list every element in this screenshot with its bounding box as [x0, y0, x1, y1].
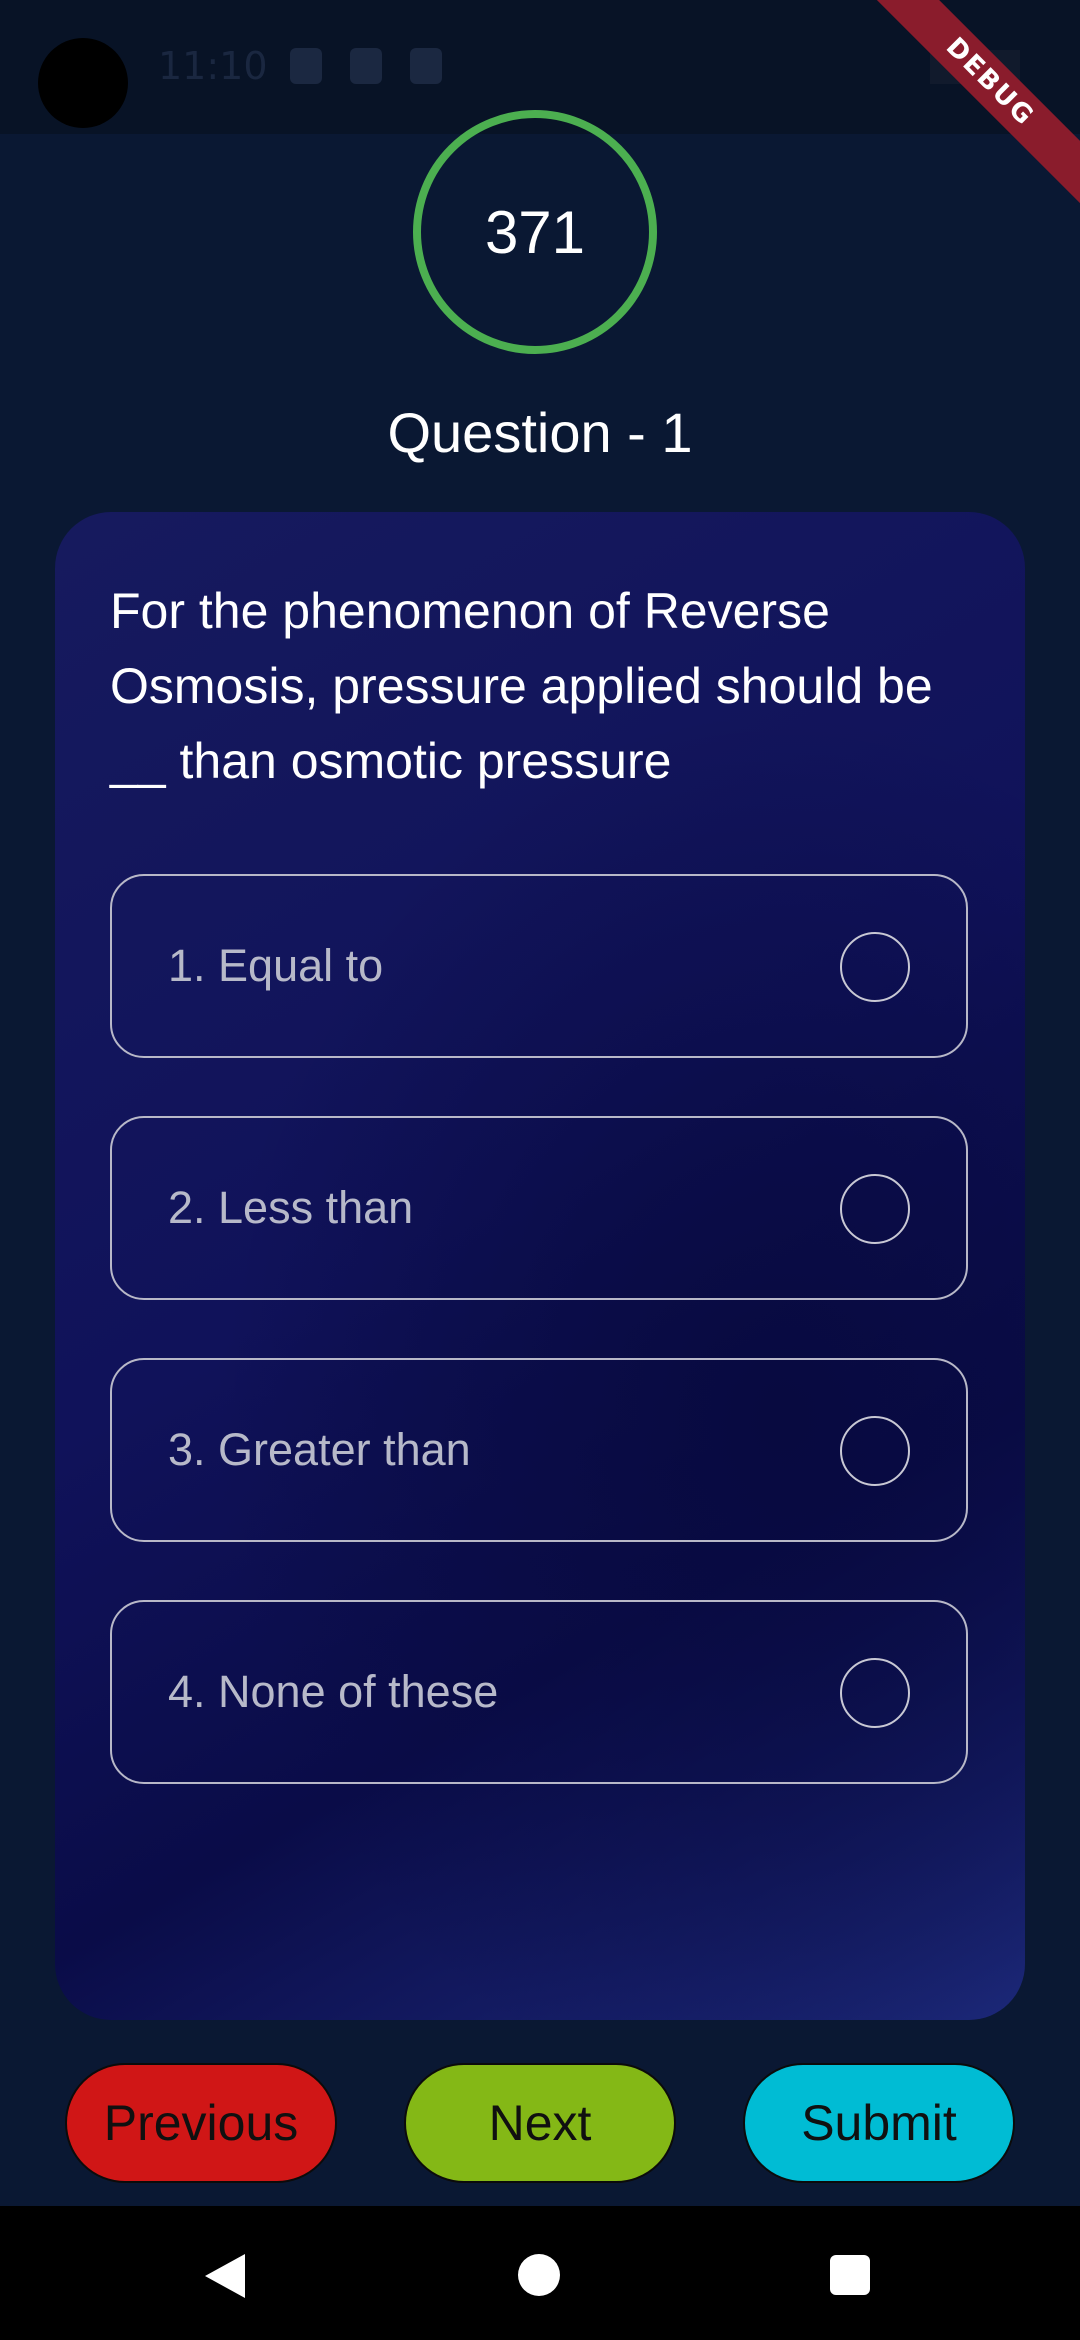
sd-card-icon — [410, 48, 442, 84]
radio-button[interactable] — [840, 1174, 910, 1244]
option-label: 4. None of these — [168, 1666, 499, 1717]
status-system-icons — [930, 50, 1020, 84]
question-text: For the phenomenon of Reverse Osmosis, p… — [110, 583, 933, 789]
countdown-timer: 371 — [413, 110, 657, 354]
option-2[interactable]: 2. Less than — [110, 1116, 968, 1300]
home-icon[interactable] — [518, 2254, 560, 2296]
wifi-icon — [930, 50, 970, 84]
option-label: 2. Less than — [168, 1182, 414, 1233]
option-1[interactable]: 1. Equal to — [110, 874, 968, 1058]
question-card: For the phenomenon of Reverse Osmosis, p… — [55, 512, 1025, 2020]
data-saver-icon — [350, 48, 382, 84]
location-icon — [290, 48, 322, 84]
recents-icon[interactable] — [830, 2255, 870, 2295]
next-button[interactable]: Next — [404, 2063, 676, 2183]
option-label: 3. Greater than — [168, 1424, 471, 1475]
radio-button[interactable] — [840, 1416, 910, 1486]
radio-button[interactable] — [840, 1658, 910, 1728]
status-time: 11:10 — [158, 44, 268, 88]
previous-button[interactable]: Previous — [65, 2063, 337, 2183]
camera-cutout — [38, 38, 128, 128]
option-4[interactable]: 4. None of these — [110, 1600, 968, 1784]
status-notification-icons — [290, 48, 442, 84]
back-icon[interactable] — [205, 2254, 245, 2298]
option-label: 1. Equal to — [168, 940, 384, 991]
submit-button[interactable]: Submit — [743, 2063, 1015, 2183]
question-title: Question - 1 — [387, 401, 693, 464]
signal-icon — [980, 50, 1020, 84]
option-3[interactable]: 3. Greater than — [110, 1358, 968, 1542]
radio-button[interactable] — [840, 932, 910, 1002]
timer-value: 371 — [484, 198, 586, 266]
system-nav-bar — [0, 2206, 1080, 2340]
